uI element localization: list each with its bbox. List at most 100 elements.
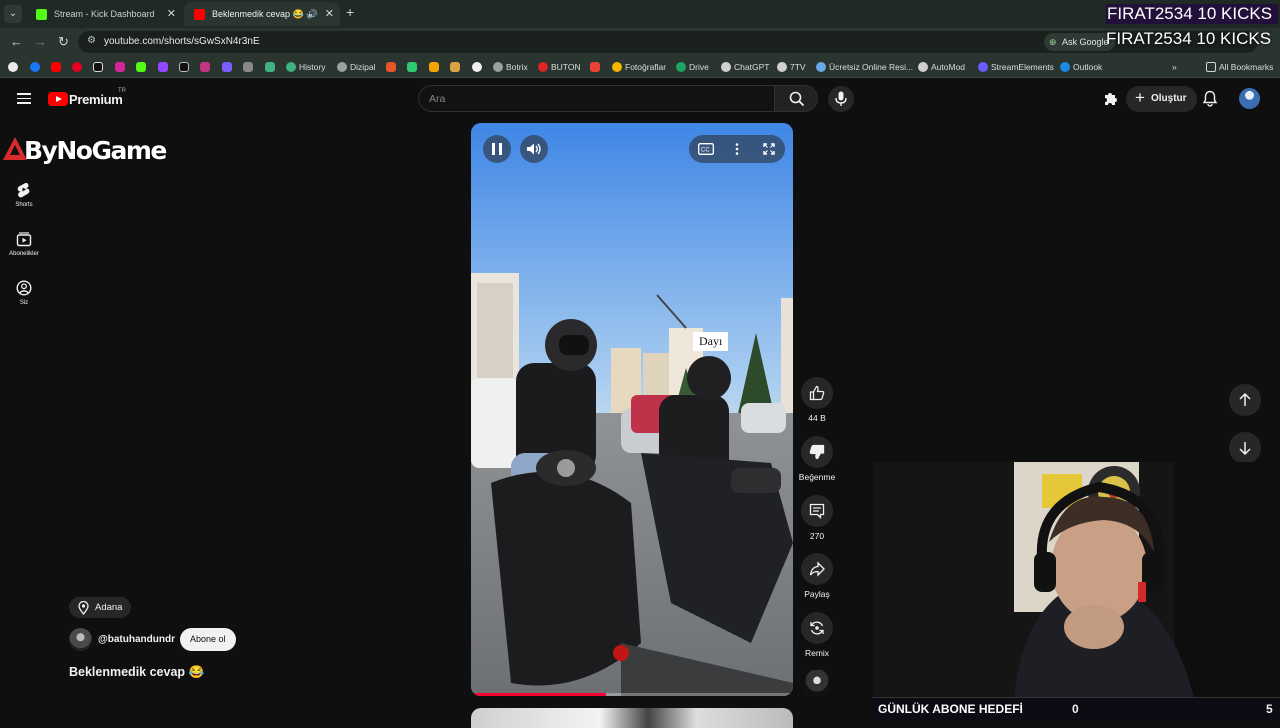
subscriber-goal-bar: GÜNLÜK ABONE HEDEFİ 0 5 <box>872 697 1280 720</box>
google-bookmark-icon[interactable] <box>8 62 18 72</box>
youtube-bookmark-icon[interactable] <box>51 62 61 72</box>
bookmark-chatgpt[interactable]: ChatGPT <box>721 61 769 73</box>
bookmark-icon[interactable] <box>472 62 482 72</box>
7tv-icon <box>777 62 787 72</box>
bookmark-dizipal[interactable]: Dizipal <box>337 61 376 73</box>
webcam-image <box>874 462 1280 698</box>
extension-puzzle-icon[interactable] <box>1102 91 1118 107</box>
kicks-alert-line-1: FIRAT2534 10 KICKS <box>1106 4 1279 24</box>
thumbs-up-icon <box>809 385 825 401</box>
sound-source-thumbnail[interactable] <box>804 670 830 696</box>
image-tool-icon <box>816 62 826 72</box>
youtube-logo-icon[interactable] <box>48 92 68 106</box>
tab-youtube-short[interactable]: Beklenmedik cevap 😂 - YouTube 🔊 ✕ <box>184 2 340 26</box>
short-title: Beklenmedik cevap 😂 <box>69 665 205 679</box>
subscribe-button[interactable]: Abone ol <box>180 628 236 651</box>
youtube-favicon-icon <box>194 9 205 20</box>
forward-arrow-icon[interactable]: → <box>34 34 47 49</box>
create-button[interactable]: Oluştur <box>1126 85 1197 112</box>
tab-search-chevron-icon[interactable]: ⌄ <box>4 5 22 23</box>
bookmark-icon[interactable] <box>265 62 275 72</box>
bookmark-icon[interactable] <box>222 62 232 72</box>
bookmark-drive[interactable]: Drive <box>676 61 709 73</box>
player-top-controls: CC <box>689 135 785 163</box>
comment-icon <box>809 503 825 519</box>
new-tab-plus-icon[interactable]: + <box>346 4 354 20</box>
fullscreen-icon[interactable] <box>763 143 775 155</box>
bookmark-outlook[interactable]: Outlook <box>1060 61 1102 73</box>
site-info-icon[interactable]: ⚙ <box>87 35 96 46</box>
facebook-bookmark-icon[interactable] <box>30 62 40 72</box>
comments-button[interactable]: 270 <box>799 495 835 541</box>
share-arrow-icon <box>809 561 825 577</box>
bookmark-botrix[interactable]: Botrix <box>493 61 528 73</box>
guide-label: Abonelikler <box>9 251 39 257</box>
premium-logo-text[interactable]: Premium <box>69 92 123 107</box>
tab-audio-icon[interactable]: 🔊 <box>307 2 318 26</box>
notifications-bell-icon[interactable] <box>1202 90 1218 107</box>
remix-label: Remix <box>804 648 830 658</box>
bookmark-7tv[interactable]: 7TV <box>777 61 806 73</box>
pinterest-bookmark-icon[interactable] <box>72 62 82 72</box>
next-short-button[interactable] <box>1229 432 1261 464</box>
pause-button[interactable] <box>483 135 511 163</box>
voice-search-button[interactable] <box>828 86 854 112</box>
volume-button[interactable] <box>520 135 548 163</box>
kick-bookmark-icon[interactable] <box>136 62 146 72</box>
bookmark-icon[interactable] <box>450 62 460 72</box>
gmail-bookmark-icon[interactable] <box>590 62 600 72</box>
guide-you[interactable]: Siz <box>0 280 48 306</box>
location-pin-icon <box>78 601 89 615</box>
bookmark-automod[interactable]: AutoMod <box>918 61 965 73</box>
bookmark-icon[interactable] <box>429 62 439 72</box>
channel-avatar[interactable] <box>69 628 92 651</box>
instagram-bookmark-icon[interactable] <box>115 62 125 72</box>
tab-close-icon[interactable]: ✕ <box>325 2 334 26</box>
channel-handle[interactable]: @batuhandundr <box>98 634 175 645</box>
bookmark-resim[interactable]: Ücretsiz Online Resi... <box>816 61 913 73</box>
bookmarks-overflow-chevron-icon[interactable]: » <box>1172 61 1177 73</box>
dislike-button[interactable]: Beğenme <box>789 436 845 482</box>
remix-button[interactable]: Remix <box>799 612 835 658</box>
bookmark-icon[interactable] <box>243 62 253 72</box>
bookmark-icon[interactable] <box>200 62 210 72</box>
hamburger-menu-icon[interactable] <box>17 93 31 104</box>
captions-icon[interactable]: CC <box>698 143 714 155</box>
video-progress-bar[interactable] <box>471 693 793 696</box>
bookmark-icon[interactable] <box>407 62 417 72</box>
twitch-bookmark-icon[interactable] <box>158 62 168 72</box>
location-chip[interactable]: Adana <box>69 597 132 618</box>
volume-icon <box>527 143 541 155</box>
bookmark-icon[interactable] <box>386 62 396 72</box>
drive-icon <box>676 62 686 72</box>
like-button[interactable]: 44 B <box>799 377 835 423</box>
bookmark-streamelements[interactable]: StreamElements <box>978 61 1054 73</box>
guide-shorts[interactable]: Shorts <box>0 182 48 208</box>
arrow-up-icon <box>1239 393 1251 406</box>
search-box[interactable] <box>418 85 775 112</box>
tab-kick-dashboard[interactable]: Stream - Kick Dashboard ✕ <box>26 2 182 26</box>
more-options-icon[interactable] <box>735 143 739 155</box>
tab-title: Beklenmedik cevap 😂 - YouTube <box>212 9 308 19</box>
next-short-preview[interactable] <box>471 708 793 728</box>
region-code: TR <box>118 88 126 94</box>
ask-google-button[interactable]: Ask Google <box>1044 33 1115 51</box>
all-bookmarks-button[interactable]: All Bookmarks <box>1206 61 1273 73</box>
shorts-video-player[interactable]: CC Dayı <box>471 123 793 696</box>
share-button[interactable]: Paylaş <box>799 553 835 599</box>
bookmark-history[interactable]: History <box>286 61 325 73</box>
tiktok-bookmark-icon[interactable] <box>179 62 189 72</box>
back-arrow-icon[interactable]: ← <box>10 34 23 49</box>
guide-subscriptions[interactable]: Abonelikler <box>0 231 48 257</box>
history-icon <box>286 62 296 72</box>
x-bookmark-icon[interactable] <box>93 62 103 72</box>
bookmark-buton[interactable]: BUTON <box>538 61 581 73</box>
bookmark-fotograflar[interactable]: Fotoğraflar <box>612 61 666 73</box>
tab-close-icon[interactable]: ✕ <box>167 2 176 26</box>
previous-short-button[interactable] <box>1229 384 1261 416</box>
search-input[interactable] <box>429 91 759 107</box>
account-avatar[interactable] <box>1239 88 1260 109</box>
svg-text:CC: CC <box>701 148 710 154</box>
search-button[interactable] <box>774 85 818 112</box>
reload-icon[interactable]: ↻ <box>58 34 69 50</box>
